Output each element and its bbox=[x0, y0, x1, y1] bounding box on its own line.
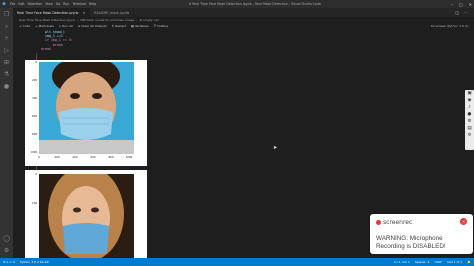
cell-indicator[interactable]: Cell 1 of 1 bbox=[447, 260, 462, 264]
screenrec-notification: screenrec ✕ WARNING: Microphone Recordin… bbox=[370, 214, 473, 254]
settings-icon[interactable]: ⚙ bbox=[465, 118, 474, 125]
testing-icon[interactable]: ⚗ bbox=[2, 70, 11, 79]
y-tick-label: 800 bbox=[32, 133, 37, 136]
code-cell[interactable]: plt.show() img_1 +=1 if img_1 >= 3: brea… bbox=[41, 29, 461, 51]
gear-icon[interactable]: ✲ bbox=[465, 132, 474, 139]
x-tick-label: 0 bbox=[38, 156, 40, 159]
close-notification-icon[interactable]: ✕ bbox=[460, 218, 467, 225]
screenrec-brand: screenrec bbox=[376, 219, 412, 226]
explorer-icon[interactable]: ❐ bbox=[2, 10, 11, 19]
menu-view[interactable]: View bbox=[45, 2, 53, 6]
woman-wearing-mask-photo bbox=[39, 174, 134, 258]
outline-button[interactable]: ☰ Outline bbox=[154, 24, 169, 28]
x-tick-label: 400 bbox=[72, 156, 78, 159]
run-debug-icon[interactable]: ▷ bbox=[2, 46, 11, 55]
y-tick-label: 200 bbox=[32, 79, 37, 82]
x-tick-label: 800 bbox=[108, 156, 114, 159]
microphone-icon[interactable]: ♪ bbox=[465, 104, 474, 111]
add-markdown-button[interactable]: + Markdown bbox=[35, 24, 54, 28]
menu-go[interactable]: Go bbox=[56, 2, 60, 6]
y-tick-label: 1000 bbox=[30, 151, 37, 154]
camera-icon[interactable]: ▣ bbox=[465, 90, 474, 97]
extensions-icon[interactable]: ⊞ bbox=[2, 58, 11, 67]
tab-label: Real Time Face Mask Detection.ipynb bbox=[17, 10, 79, 15]
vscode-logo-icon: ◆ bbox=[2, 1, 6, 7]
window-title: 8 Real Time Face Mask Detection.ipynb - … bbox=[189, 2, 321, 6]
webcam-icon[interactable]: ◉ bbox=[465, 97, 474, 104]
tab-readme-notebook[interactable]: README_mask.ipynb bbox=[90, 8, 135, 17]
python-interpreter[interactable]: Python 3.6.4 64-bit bbox=[20, 260, 49, 264]
menu-file[interactable]: File bbox=[10, 2, 15, 6]
settings-gear-icon[interactable]: ⚙ bbox=[2, 246, 11, 255]
screenrec-logo-icon bbox=[376, 220, 381, 225]
chevron-right-icon: › bbox=[136, 18, 138, 22]
problems-indicator[interactable]: ⊗ 0 ⚠ 0 bbox=[3, 260, 15, 264]
indentation[interactable]: Spaces: 4 bbox=[415, 260, 430, 264]
folder-icon[interactable]: ▤ bbox=[465, 125, 474, 132]
menu-help[interactable]: Help bbox=[89, 2, 96, 6]
minimize-icon[interactable]: – bbox=[451, 2, 453, 7]
status-bar: ⊗ 0 ⚠ 0 Python 3.6.4 64-bit Ln 1, Col 1 … bbox=[0, 258, 474, 266]
output-figure-2: 0 100 bbox=[25, 170, 147, 258]
title-bar: ◆ File Edit Selection View Go Run Termin… bbox=[0, 0, 474, 8]
recorder-side-toolbar: ▣ ◉ ♪ ● ⚙ ▤ ✲ bbox=[465, 90, 474, 150]
y-tick-label: 600 bbox=[32, 115, 37, 118]
search-icon[interactable]: ⌕ bbox=[2, 22, 11, 31]
cursor-position[interactable]: Ln 1, Col 1 bbox=[394, 260, 410, 264]
menu-selection[interactable]: Selection bbox=[28, 2, 43, 6]
y-tick-label: 0 bbox=[35, 173, 37, 176]
activity-bar: ❐ ⌕ ⑂ ▷ ⊞ ⚗ ● ◯ ⚙ bbox=[0, 8, 13, 258]
close-tab-icon[interactable]: ✕ bbox=[83, 11, 86, 15]
tab-face-mask-notebook[interactable]: Real Time Face Mask Detection.ipynb ✕ bbox=[13, 8, 91, 17]
y-tick-label: 100 bbox=[32, 202, 37, 205]
mouse-cursor-icon: ➤ bbox=[273, 145, 278, 151]
tab-actions: ◫ ⋯ bbox=[455, 8, 474, 17]
python-icon[interactable]: ● bbox=[2, 82, 11, 91]
notifications-bell-icon[interactable]: 🔔 bbox=[467, 260, 471, 264]
breadcrumb-cell[interactable]: # empty cell bbox=[140, 18, 159, 22]
tab-label: README_mask.ipynb bbox=[94, 10, 130, 15]
more-actions-icon[interactable]: ⋯ bbox=[464, 10, 468, 15]
source-control-icon[interactable]: ⑂ bbox=[2, 34, 11, 43]
menu-terminal[interactable]: Terminal bbox=[72, 2, 85, 6]
microphone-warning-text: WARNING: Microphone Recording is DISABLE… bbox=[376, 235, 446, 250]
y-tick-label: 0 bbox=[35, 61, 37, 64]
clear-outputs-button[interactable]: ≡ Clear All Outputs bbox=[78, 24, 107, 28]
close-window-icon[interactable]: ✕ bbox=[469, 2, 472, 7]
output-figure-1: 0 200 400 600 800 1000 0 200 400 600 800… bbox=[25, 60, 147, 166]
editor-tabs: Real Time Face Mask Detection.ipynb ✕ RE… bbox=[13, 8, 474, 17]
y-tick-label: 400 bbox=[32, 97, 37, 100]
record-icon[interactable]: ● bbox=[465, 111, 474, 118]
menu-run[interactable]: Run bbox=[63, 2, 69, 6]
woman-photo-image bbox=[39, 174, 134, 258]
add-code-button[interactable]: + Code bbox=[19, 24, 30, 28]
chevron-right-icon: › bbox=[76, 18, 79, 22]
child-photo-image bbox=[39, 62, 134, 154]
menu-edit[interactable]: Edit bbox=[18, 2, 24, 6]
code-line: break bbox=[41, 46, 51, 51]
kernel-picker[interactable]: Facemask (Python 3.6.4) bbox=[431, 24, 468, 28]
split-editor-icon[interactable]: ◫ bbox=[455, 10, 459, 15]
x-tick-label: 200 bbox=[54, 156, 60, 159]
run-all-button[interactable]: ▷ Run All bbox=[59, 24, 73, 28]
variables-button[interactable]: ▦ Variables bbox=[131, 24, 149, 28]
breadcrumb-file[interactable]: Real Time Face Mask Detection.ipynb bbox=[19, 18, 75, 22]
x-tick-label: 600 bbox=[90, 156, 96, 159]
breadcrumb-section[interactable]: M#check model for unknown image bbox=[80, 18, 134, 22]
account-icon[interactable]: ◯ bbox=[2, 234, 11, 243]
menu-bar: File Edit Selection View Go Run Terminal… bbox=[10, 2, 96, 6]
line-endings[interactable]: CRLF bbox=[434, 260, 442, 264]
restart-button[interactable]: ↻ Restart bbox=[112, 24, 126, 28]
maximize-icon[interactable]: □ bbox=[459, 2, 463, 7]
window-controls: – □ ✕ bbox=[451, 2, 472, 7]
child-wearing-mask-photo bbox=[39, 62, 134, 154]
x-tick-label: 1000 bbox=[125, 156, 133, 159]
